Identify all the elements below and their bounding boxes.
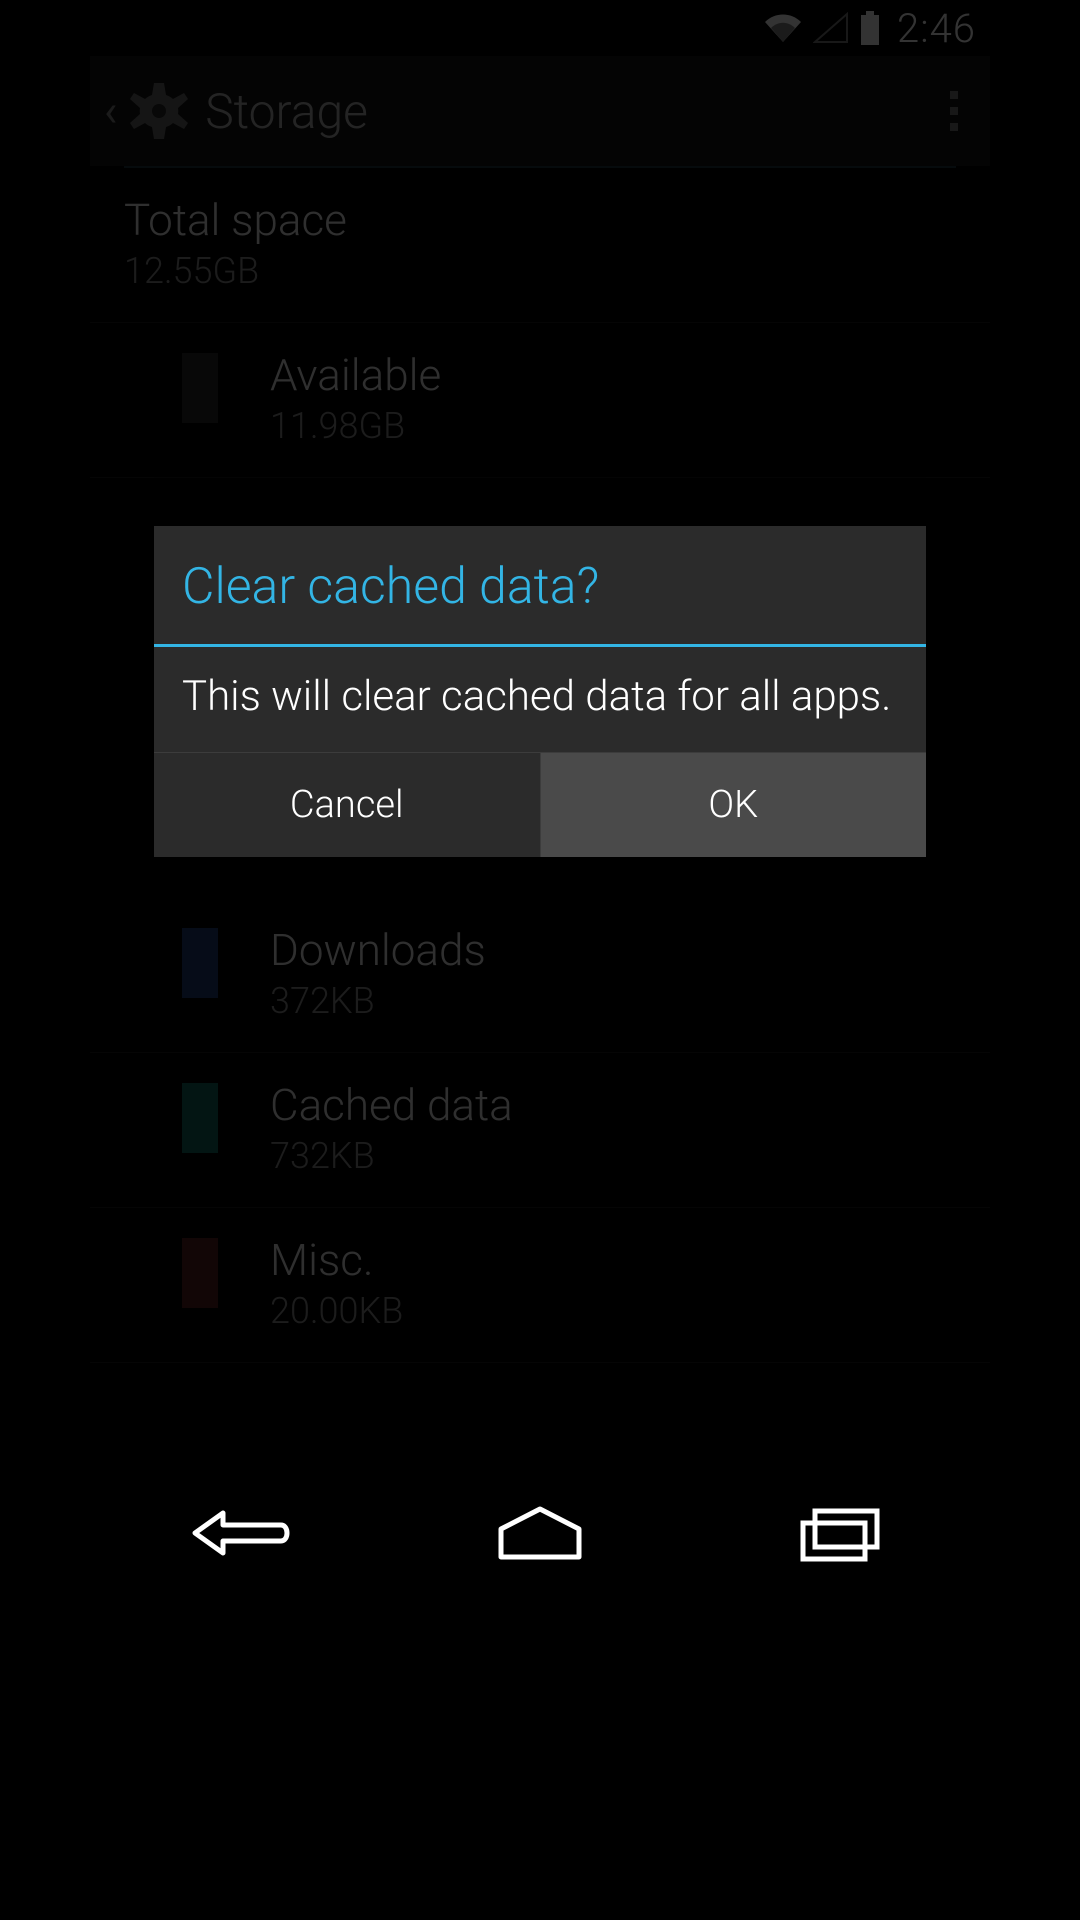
back-button[interactable]: [145, 1483, 335, 1587]
home-button[interactable]: [445, 1483, 635, 1587]
navigation-bar: [90, 1470, 990, 1600]
clear-cache-dialog: Clear cached data? This will clear cache…: [154, 526, 926, 857]
cancel-button[interactable]: Cancel: [154, 753, 540, 857]
dialog-title: Clear cached data?: [154, 526, 926, 644]
ok-button[interactable]: OK: [540, 753, 927, 857]
dialog-body: This will clear cached data for all apps…: [154, 647, 926, 752]
screen: 2:46 ‹ Storage Total spa: [90, 0, 990, 1600]
dialog-button-bar: Cancel OK: [154, 752, 926, 857]
recent-apps-button[interactable]: [745, 1483, 935, 1587]
